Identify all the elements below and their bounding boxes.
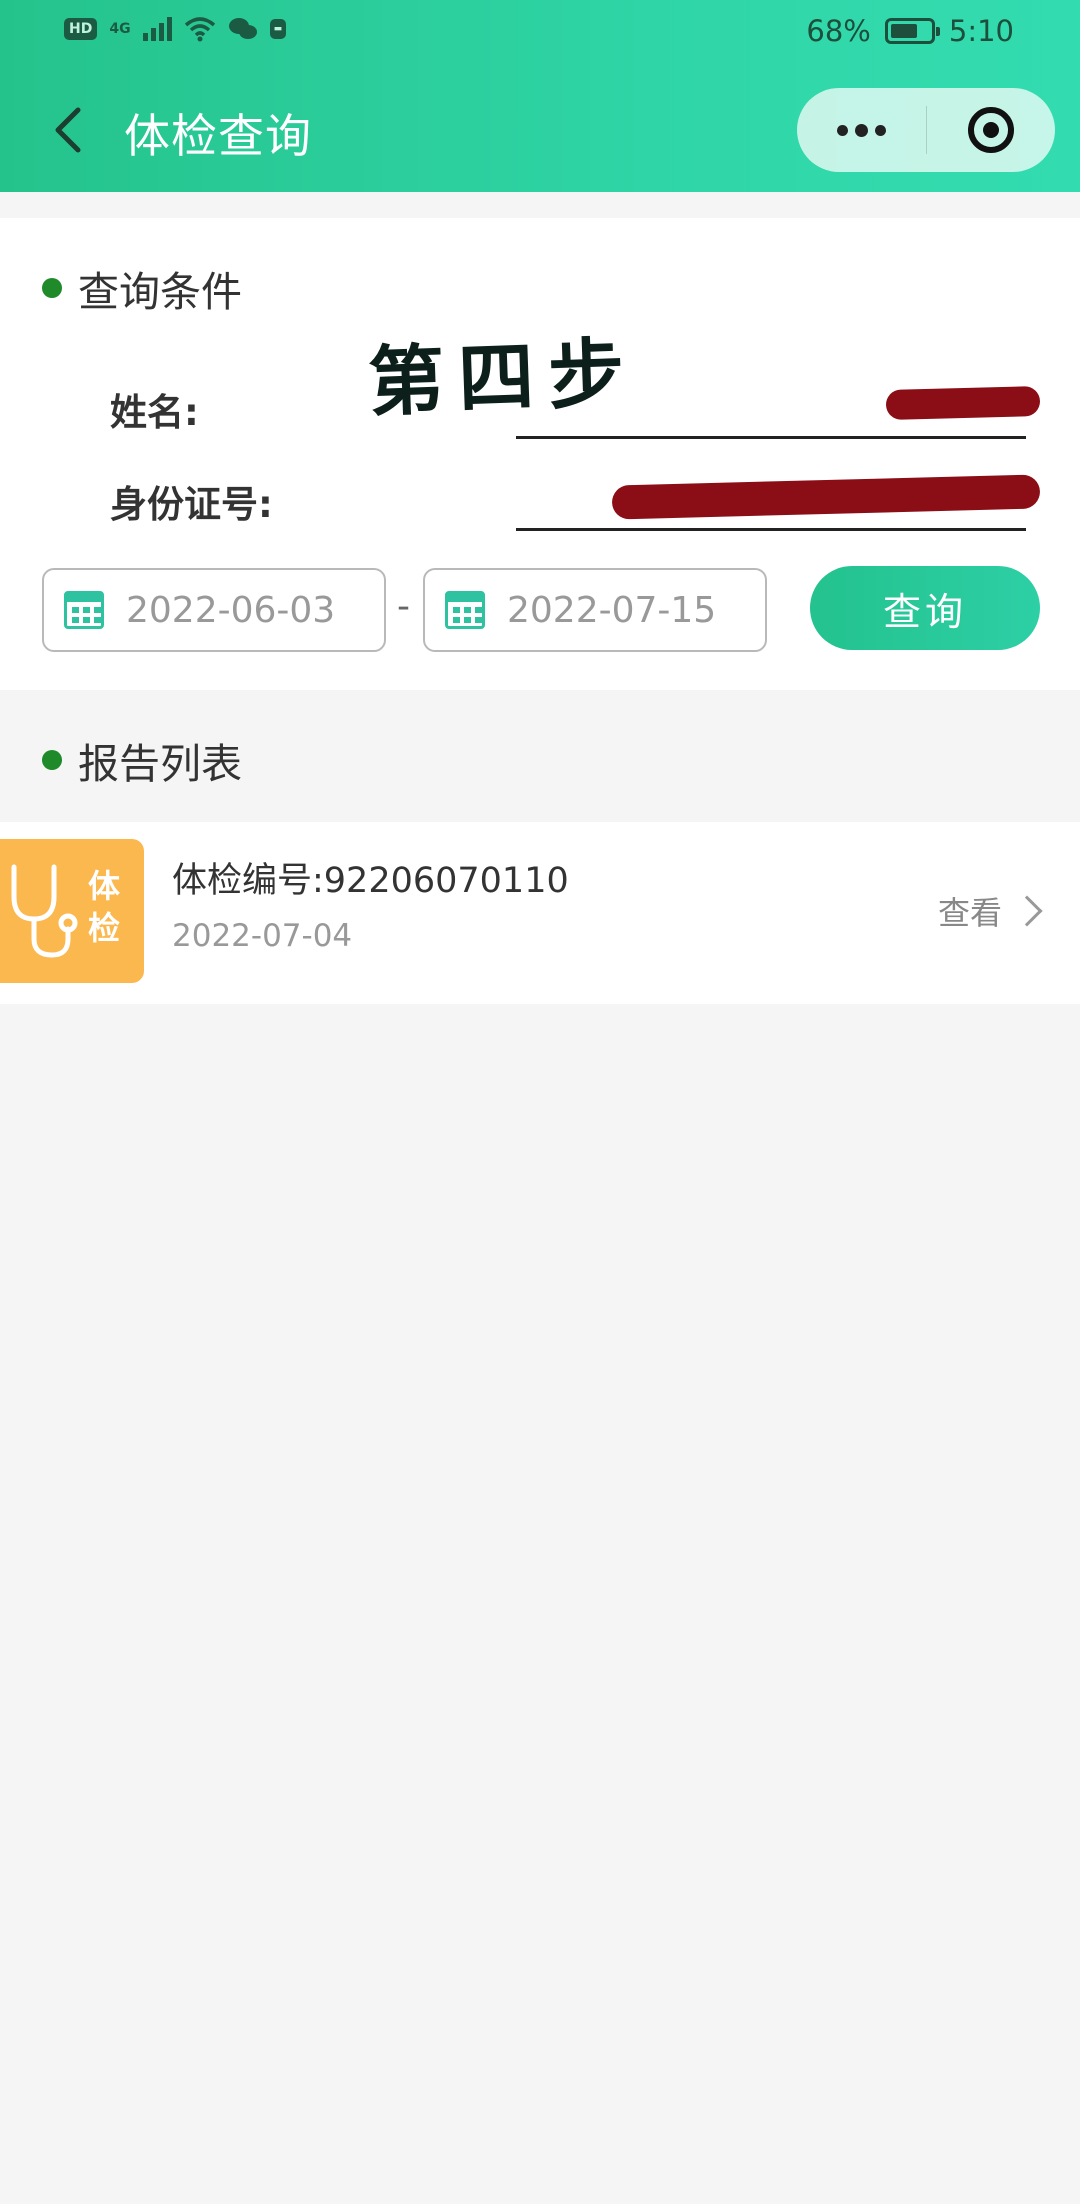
signal-icon [142,17,172,41]
report-list-item[interactable]: 体检 体检编号:92206070110 2022-07-04 查看 [0,822,1080,1004]
start-date-value: 2022-06-03 [126,589,336,631]
status-left-icons: HD 4G ▬ [64,16,287,42]
app-header: HD 4G ▬ 68% 5:10 体检查询 [0,0,1080,192]
calendar-icon [64,591,104,629]
query-section-label: 查询条件 [78,268,242,316]
section-dot-icon [42,750,62,770]
date-separator: - [397,586,410,627]
name-redaction [885,385,1041,421]
thumbnail-label: 体检 [88,867,121,947]
status-bar: HD 4G ▬ 68% 5:10 [0,0,1080,70]
query-card: 查询条件 第四步 姓名: 身份证号: 2022-06-03 - 2022-07-… [0,218,1080,690]
target-circle-icon [967,107,1014,153]
id-redaction [611,474,1041,520]
start-date-picker[interactable]: 2022-06-03 [42,568,386,652]
section-dot-icon [42,278,62,298]
handwritten-annotation: 第四步 [366,328,640,427]
stethoscope-icon [11,864,78,958]
name-label: 姓名: [110,391,199,434]
name-field[interactable] [516,436,1026,439]
status-right: 68% 5:10 [806,14,1014,48]
calendar-icon [445,591,485,629]
page-title: 体检查询 [124,109,312,163]
report-section-label: 报告列表 [78,740,242,788]
view-report-link[interactable]: 查看 [938,888,1043,934]
close-button[interactable] [926,88,1055,172]
end-date-picker[interactable]: 2022-07-15 [423,568,767,652]
status-time: 5:10 [948,14,1014,48]
chevron-left-icon [55,107,81,153]
chevron-right-icon [1011,895,1043,927]
view-report-label: 查看 [938,894,1003,932]
network-label: 4G [109,21,131,37]
battery-icon [884,18,940,44]
id-label: 身份证号: [110,483,273,526]
end-date-value: 2022-07-15 [507,589,717,631]
report-number: 体检编号:92206070110 [172,861,569,901]
query-button[interactable]: 查询 [810,566,1040,650]
query-section-title: 查询条件 [42,258,242,318]
battery-percent: 68% [806,14,871,48]
wechat-icon [228,18,257,39]
back-button[interactable] [48,102,92,158]
more-button[interactable] [797,88,926,172]
more-dots-icon [837,124,848,136]
wifi-icon [184,17,215,42]
checkup-thumbnail: 体检 [0,839,144,983]
message-icon: ▬ [269,19,287,39]
report-date: 2022-07-04 [172,918,353,954]
hd-badge: HD [64,18,98,40]
miniprogram-capsule [797,88,1055,172]
id-number-field[interactable] [516,528,1026,531]
report-section-title: 报告列表 [42,730,242,790]
